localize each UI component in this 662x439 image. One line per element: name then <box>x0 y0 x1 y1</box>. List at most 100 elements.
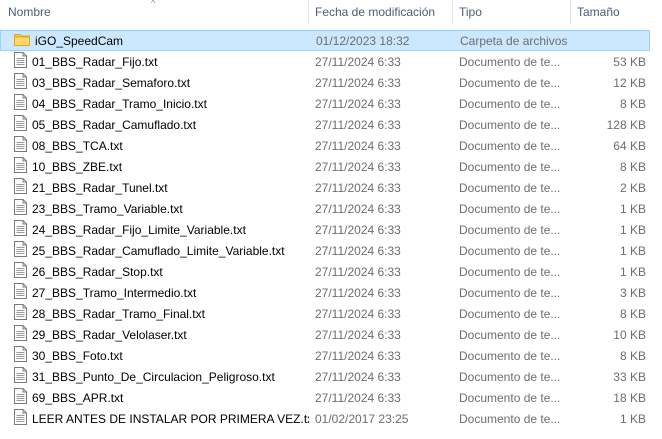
size-cell: 64 KB <box>613 138 646 153</box>
date-modified-cell: 27/11/2024 6:33 <box>315 138 401 153</box>
file-name-label: 04_BBS_Radar_Tramo_Inicio.txt <box>32 96 207 111</box>
size-cell: 1 KB <box>619 201 646 216</box>
file-row[interactable]: 24_BBS_Radar_Fijo_Limite_Variable.txt 27/… <box>0 219 662 240</box>
folder-icon <box>14 32 30 49</box>
text-file-icon <box>14 241 27 260</box>
text-file-icon <box>14 199 27 218</box>
file-name-label: 10_BBS_ZBE.txt <box>32 159 123 174</box>
text-file-icon <box>14 283 27 302</box>
name-cell: 04_BBS_Radar_Tramo_Inicio.txt <box>0 94 309 113</box>
column-header-size[interactable]: Tamaño <box>571 0 662 24</box>
date-modified-cell: 27/11/2024 6:33 <box>315 264 401 279</box>
file-row[interactable]: 04_BBS_Radar_Tramo_Inicio.txt 27/11/2024 … <box>0 93 662 114</box>
type-cell: Documento de te... <box>459 117 561 132</box>
date-modified-cell: 27/11/2024 6:33 <box>315 327 401 342</box>
date-modified-cell: 27/11/2024 6:33 <box>315 222 401 237</box>
file-row[interactable]: 30_BBS_Foto.txt 27/11/2024 6:33 Documento … <box>0 345 662 366</box>
column-header-bar: Nombre ^ Fecha de modificación Tipo Tama… <box>0 0 662 24</box>
file-row[interactable]: 08_BBS_TCA.txt 27/11/2024 6:33 Documento d… <box>0 135 662 156</box>
file-row[interactable]: 29_BBS_Radar_Velolaser.txt 27/11/2024 6:3… <box>0 324 662 345</box>
file-name-label: 23_BBS_Tramo_Variable.txt <box>32 201 183 216</box>
file-name-label: 24_BBS_Radar_Fijo_Limite_Variable.txt <box>32 222 246 237</box>
size-cell: 8 KB <box>619 96 646 111</box>
file-name-label: LEER ANTES DE INSTALAR POR PRIMERA VEZ.t… <box>32 411 309 426</box>
name-cell: 30_BBS_Foto.txt <box>0 346 309 365</box>
text-file-icon <box>14 367 27 386</box>
text-file-icon <box>14 304 27 323</box>
file-name-label: 05_BBS_Radar_Camuflado.txt <box>32 117 197 132</box>
file-row[interactable]: 69_BBS_APR.txt 27/11/2024 6:33 Documento d… <box>0 387 662 408</box>
text-file-icon <box>14 115 27 134</box>
file-row[interactable]: 10_BBS_ZBE.txt 27/11/2024 6:33 Documento d… <box>0 156 662 177</box>
type-cell: Documento de te... <box>459 222 561 237</box>
type-cell: Documento de te... <box>459 138 561 153</box>
file-row[interactable]: 25_BBS_Radar_Camuflado_Limite_Variable.t… <box>0 240 662 261</box>
name-cell: 23_BBS_Tramo_Variable.txt <box>0 199 309 218</box>
date-modified-cell: 01/12/2023 18:32 <box>316 33 410 48</box>
file-row[interactable]: 26_BBS_Radar_Stop.txt 27/11/2024 6:33 Docu… <box>0 261 662 282</box>
file-name-label: 08_BBS_TCA.txt <box>32 138 123 153</box>
name-cell: 01_BBS_Radar_Fijo.txt <box>0 52 309 71</box>
column-header-date[interactable]: Fecha de modificación <box>309 0 453 24</box>
text-file-icon <box>14 136 27 155</box>
date-modified-cell: 27/11/2024 6:33 <box>315 201 401 216</box>
file-name-label: 26_BBS_Radar_Stop.txt <box>32 264 163 279</box>
type-cell: Documento de te... <box>459 306 561 321</box>
size-cell: 3 KB <box>619 285 646 300</box>
file-row[interactable]: 28_BBS_Radar_Tramo_Final.txt 27/11/2024 6… <box>0 303 662 324</box>
type-cell: Documento de te... <box>459 180 561 195</box>
size-cell: 2 KB <box>619 180 646 195</box>
file-row[interactable]: 21_BBS_Radar_Tunel.txt 27/11/2024 6:33 Doc… <box>0 177 662 198</box>
name-cell: 10_BBS_ZBE.txt <box>0 157 309 176</box>
date-modified-cell: 27/11/2024 6:33 <box>315 180 401 195</box>
type-cell: Documento de te... <box>459 348 561 363</box>
file-row[interactable]: 23_BBS_Tramo_Variable.txt 27/11/2024 6:33… <box>0 198 662 219</box>
file-name-label: 27_BBS_Tramo_Intermedio.txt <box>32 285 197 300</box>
type-cell: Documento de te... <box>459 327 561 342</box>
text-file-icon <box>14 325 27 344</box>
file-name-label: 01_BBS_Radar_Fijo.txt <box>32 54 158 69</box>
file-row[interactable]: 01_BBS_Radar_Fijo.txt 27/11/2024 6:33 Docu… <box>0 51 662 72</box>
date-modified-cell: 27/11/2024 6:33 <box>315 348 401 363</box>
column-header-size-label: Tamaño <box>577 5 620 19</box>
file-row[interactable]: 03_BBS_Radar_Semaforo.txt 27/11/2024 6:33… <box>0 72 662 93</box>
folder-row[interactable]: iGO_SpeedCam 01/12/2023 18:32 Carpeta de a… <box>0 30 650 51</box>
file-list: iGO_SpeedCam 01/12/2023 18:32 Carpeta de a… <box>0 30 662 429</box>
size-cell: 33 KB <box>613 369 646 384</box>
type-cell: Documento de te... <box>459 264 561 279</box>
size-cell: 8 KB <box>619 348 646 363</box>
name-cell: 08_BBS_TCA.txt <box>0 136 309 155</box>
name-cell: 03_BBS_Radar_Semaforo.txt <box>0 73 309 92</box>
file-name-label: 69_BBS_APR.txt <box>32 390 124 405</box>
file-name-label: 21_BBS_Radar_Tunel.txt <box>32 180 168 195</box>
size-cell: 1 KB <box>619 222 646 237</box>
text-file-icon <box>14 178 27 197</box>
text-file-icon <box>14 157 27 176</box>
type-cell: Documento de te... <box>459 390 561 405</box>
date-modified-cell: 27/11/2024 6:33 <box>315 369 401 384</box>
type-cell: Documento de te... <box>459 75 561 90</box>
type-cell: Documento de te... <box>459 243 561 258</box>
file-name-label: iGO_SpeedCam <box>35 33 124 48</box>
column-header-date-label: Fecha de modificación <box>315 5 436 19</box>
type-cell: Documento de te... <box>459 411 561 426</box>
file-explorer: Nombre ^ Fecha de modificación Tipo Tama… <box>0 0 662 439</box>
type-cell: Carpeta de archivos <box>460 33 568 48</box>
file-row[interactable]: 27_BBS_Tramo_Intermedio.txt 27/11/2024 6:… <box>0 282 662 303</box>
file-row[interactable]: LEER ANTES DE INSTALAR POR PRIMERA VEZ.t… <box>0 408 662 429</box>
type-cell: Documento de te... <box>459 96 561 111</box>
file-row[interactable]: 31_BBS_Punto_De_Circulacion_Peligroso.tx… <box>0 366 662 387</box>
column-header-type-label: Tipo <box>459 5 482 19</box>
type-cell: Documento de te... <box>459 159 561 174</box>
text-file-icon <box>14 262 27 281</box>
name-cell: 31_BBS_Punto_De_Circulacion_Peligroso.tx… <box>0 367 309 386</box>
size-cell: 12 KB <box>613 75 646 90</box>
text-file-icon <box>14 220 27 239</box>
file-row[interactable]: 05_BBS_Radar_Camuflado.txt 27/11/2024 6:3… <box>0 114 662 135</box>
name-cell: 28_BBS_Radar_Tramo_Final.txt <box>0 304 309 323</box>
date-modified-cell: 27/11/2024 6:33 <box>315 285 401 300</box>
column-header-name[interactable]: Nombre ^ <box>0 0 309 24</box>
column-header-type[interactable]: Tipo <box>453 0 571 24</box>
text-file-icon <box>14 388 27 407</box>
file-name-label: 31_BBS_Punto_De_Circulacion_Peligroso.tx… <box>32 369 275 384</box>
